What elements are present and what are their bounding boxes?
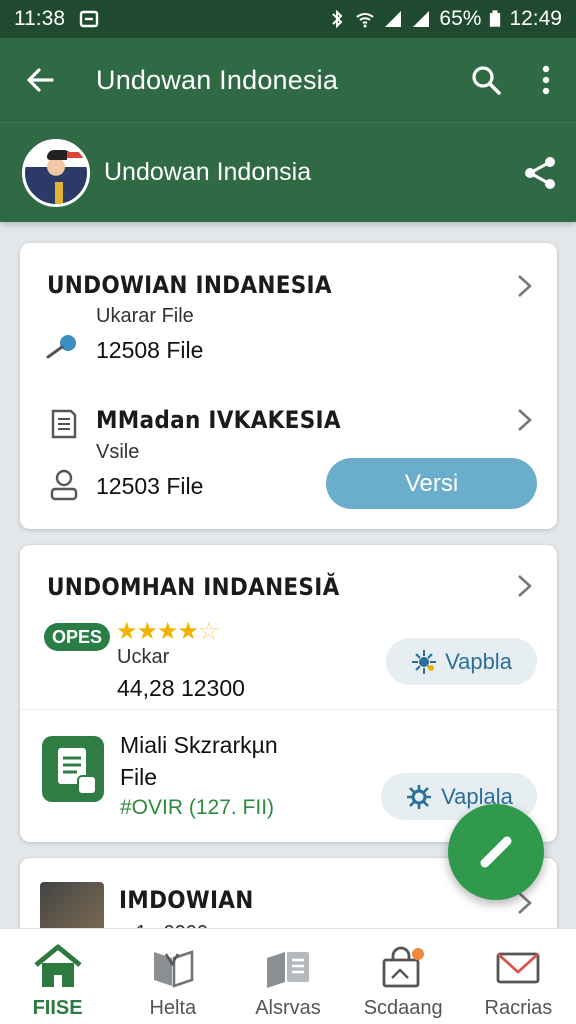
status-time-right: 12:49 — [509, 7, 562, 30]
app-version: #OVIR (127. FII) — [120, 796, 275, 819]
nav-label-alsrvas: Alsrvas — [255, 997, 321, 1019]
chevron-right-icon[interactable] — [511, 273, 537, 299]
avatar[interactable] — [22, 138, 90, 207]
edit-fab[interactable] — [448, 804, 544, 900]
file-count-2: 12503 File — [96, 473, 204, 499]
battery-icon — [490, 10, 501, 27]
thumbnail-image — [40, 882, 104, 932]
file-document-icon — [58, 748, 97, 795]
notification-icon — [79, 10, 99, 28]
app-card-2[interactable]: UNDOMHAN INDANESIĂ OPES ★★★★☆ Uckar 44,2… — [20, 545, 557, 842]
version-button[interactable]: Versi — [326, 458, 537, 509]
nav-item-helta[interactable]: Helta — [115, 929, 230, 1024]
action-button-1-label: Vapbla — [445, 648, 512, 674]
search-icon — [472, 66, 501, 95]
user-icon — [50, 469, 78, 501]
nav-item-alsrvas[interactable]: Alsrvas — [230, 929, 345, 1024]
card-subheading: MMadan IVKAKESIA — [96, 406, 341, 434]
nav-item-racrias[interactable]: Racrias — [461, 929, 576, 1024]
nav-label-helta: Helta — [149, 997, 197, 1019]
wifi-icon — [356, 13, 375, 28]
nav-label-scdaang: Scdaang — [363, 997, 443, 1019]
signal-icon — [385, 11, 402, 27]
profile-header: Undowan Indonsia — [0, 122, 576, 222]
share-icon — [525, 156, 555, 189]
shopping-bag-icon — [382, 946, 425, 988]
pin-icon — [46, 335, 76, 359]
arrow-back-icon — [27, 68, 54, 92]
action-button-1[interactable]: Vapbla — [386, 638, 537, 685]
nav-item-home[interactable]: FIISE — [0, 929, 115, 1024]
status-bar: 11:38 65% 12:49 — [0, 0, 576, 38]
app-subtitle: File — [120, 764, 158, 790]
document-icon — [51, 409, 77, 439]
rating-stars: ★★★★☆ — [116, 618, 220, 645]
bottom-navigation: FIISE Helta Alsrvas Scdaang Racrias — [0, 928, 576, 1024]
more-vert-icon — [542, 65, 550, 95]
chevron-right-icon[interactable] — [511, 407, 537, 433]
app-icon — [42, 736, 104, 802]
card-heading: UNDOMHAN INDANESIĂ — [47, 573, 340, 601]
file-count: 12508 File — [96, 337, 204, 363]
battery-percent: 65% — [439, 7, 482, 30]
more-options-button[interactable] — [516, 38, 576, 122]
nav-label-home: FIISE — [32, 997, 83, 1019]
bluetooth-icon — [332, 10, 343, 28]
search-button[interactable] — [456, 38, 516, 122]
pencil-icon — [480, 836, 512, 868]
divider — [20, 709, 557, 710]
profile-name: Undowan Indonsia — [104, 158, 312, 186]
signal-icon-2 — [413, 11, 430, 27]
file-type-label: Ukarar File — [96, 305, 194, 327]
sparkle-icon — [412, 649, 437, 674]
back-button[interactable] — [0, 38, 80, 122]
share-button[interactable] — [504, 123, 576, 223]
book-icon — [153, 950, 194, 988]
app-bar: Undowan Indonesia — [0, 38, 576, 122]
app-label: Uckar — [117, 646, 170, 668]
card-heading: UNDOWIAN INDANESIA — [47, 271, 332, 299]
mail-icon — [497, 952, 540, 984]
app-value: 44,28 12300 — [117, 675, 245, 701]
status-time-left: 11:38 — [14, 7, 65, 30]
file-type-label-2: Vsile — [96, 441, 140, 463]
gear-icon — [407, 784, 432, 809]
status-badge: OPES — [44, 623, 111, 651]
chevron-right-icon[interactable] — [511, 573, 537, 599]
library-icon — [267, 952, 309, 988]
nav-label-racrias: Racrias — [484, 997, 553, 1019]
app-title: Miali Skzrarkµn — [120, 732, 278, 758]
home-icon — [34, 944, 82, 987]
nav-item-scdaang[interactable]: Scdaang — [346, 929, 461, 1024]
file-card-1[interactable]: UNDOWIAN INDANESIA Ukarar File 12508 Fil… — [20, 243, 557, 529]
card-heading: IMDOWIAN — [119, 886, 254, 914]
app-bar-title: Undowan Indonesia — [96, 64, 339, 95]
